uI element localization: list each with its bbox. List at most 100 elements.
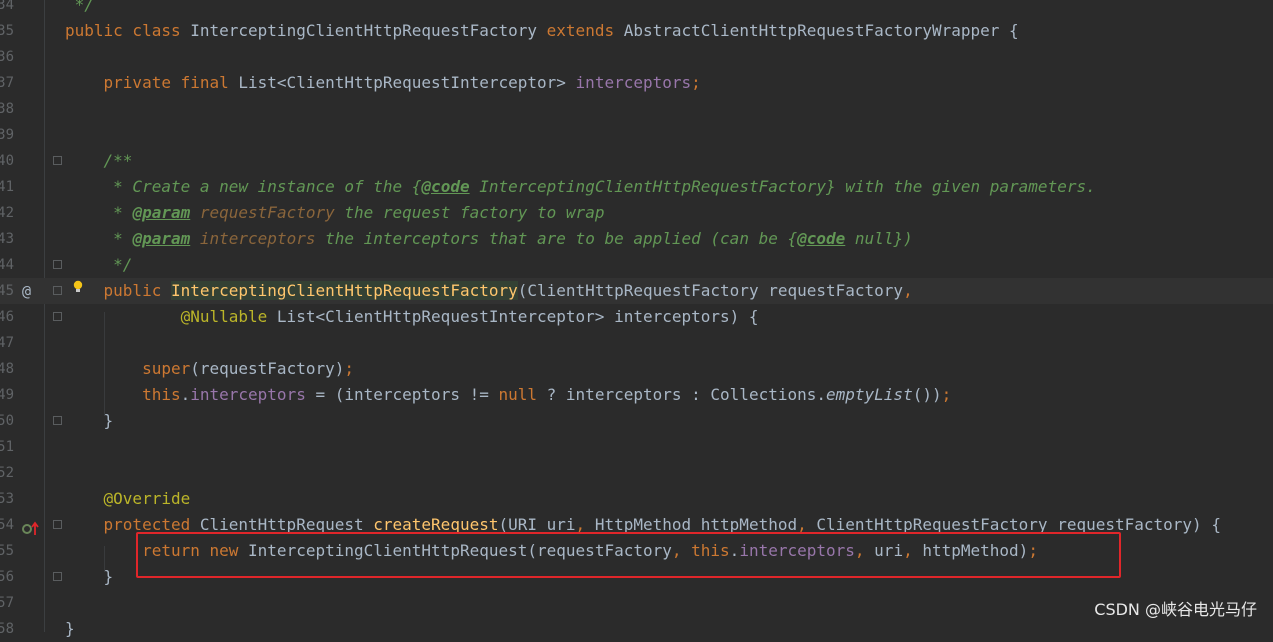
code-text[interactable]: * @param requestFactory the request fact…	[65, 200, 604, 226]
code-line[interactable]: 45 @ public InterceptingClientHttpRequest…	[0, 278, 1273, 304]
code-text[interactable]: @Nullable List<ClientHttpRequestIntercep…	[65, 304, 759, 330]
code-text[interactable]: private final List<ClientHttpRequestInte…	[65, 70, 701, 96]
line-number[interactable]: 49	[0, 382, 14, 408]
fold-toggle-icon[interactable]	[53, 260, 62, 269]
fold-toggle-icon[interactable]	[53, 286, 62, 295]
code-text[interactable]: * @param interceptors the interceptors t…	[65, 226, 913, 252]
line-number[interactable]: 47	[0, 330, 14, 356]
code-text[interactable]: */	[65, 252, 132, 278]
code-token: ;	[941, 385, 952, 404]
code-line[interactable]: 37 private final List<ClientHttpRequestI…	[0, 70, 1273, 96]
code-token: interceptors	[199, 229, 316, 248]
code-line[interactable]: 50 }	[0, 408, 1273, 434]
code-text[interactable]: }	[65, 408, 114, 434]
code-line[interactable]: 40 /**	[0, 148, 1273, 174]
code-text[interactable]: * Create a new instance of the {@code In…	[65, 174, 1096, 200]
code-text[interactable]: /**	[65, 148, 133, 174]
code-text[interactable]: public class InterceptingClientHttpReque…	[65, 18, 1019, 44]
line-number[interactable]: 46	[0, 304, 14, 330]
code-token: = (interceptors !=	[305, 385, 499, 404]
code-line[interactable]: 46 @Nullable List<ClientHttpRequestInter…	[0, 304, 1273, 330]
code-token: * Create a new instance of the {	[65, 177, 422, 196]
line-number[interactable]: 37	[0, 70, 14, 96]
code-token: null})	[845, 229, 913, 248]
line-number[interactable]: 43	[0, 226, 14, 252]
line-number[interactable]: 39	[0, 122, 14, 148]
code-token: interceptors	[575, 73, 692, 92]
fold-toggle-icon[interactable]	[53, 312, 62, 321]
line-number[interactable]: 55	[0, 538, 14, 564]
red-highlight-box	[136, 532, 1121, 578]
code-line[interactable]: 52	[0, 460, 1273, 486]
code-token: *	[65, 229, 133, 248]
code-line[interactable]: 34 */	[0, 0, 1273, 18]
fold-toggle-icon[interactable]	[53, 520, 62, 529]
line-number[interactable]: 40	[0, 148, 14, 174]
code-line[interactable]: 57	[0, 590, 1273, 616]
code-token: emptyList	[826, 385, 913, 404]
code-line[interactable]: 44 */	[0, 252, 1273, 278]
code-line[interactable]: 41 * Create a new instance of the {@code…	[0, 174, 1273, 200]
code-line[interactable]: 39	[0, 122, 1273, 148]
code-token: public	[103, 281, 171, 300]
code-text[interactable]: }	[65, 564, 114, 590]
code-token: @Nullable	[180, 307, 277, 326]
code-token: ())	[912, 385, 942, 404]
line-number[interactable]: 51	[0, 434, 14, 460]
code-token: /**	[65, 151, 133, 170]
line-number[interactable]: 44	[0, 252, 14, 278]
fold-toggle-icon[interactable]	[53, 156, 62, 165]
fold-toggle-icon[interactable]	[53, 416, 62, 425]
line-number[interactable]: 35	[0, 18, 14, 44]
line-number[interactable]: 36	[0, 44, 14, 70]
code-token: requestFactory	[199, 203, 335, 222]
line-number[interactable]: 58	[0, 616, 14, 642]
code-line[interactable]: 51	[0, 434, 1273, 460]
line-number[interactable]: 38	[0, 96, 14, 122]
override-marker-icon[interactable]: @	[22, 278, 31, 304]
line-number[interactable]: 56	[0, 564, 14, 590]
line-number[interactable]: 52	[0, 460, 14, 486]
fold-toggle-icon[interactable]	[53, 572, 62, 581]
code-token: InterceptingClientHttpRequestFactory	[170, 281, 518, 300]
code-line[interactable]: 38	[0, 96, 1273, 122]
code-token: InterceptingClientHttpRequestFactory} wi…	[469, 177, 1096, 196]
code-token: ;	[691, 73, 701, 92]
code-line[interactable]: 49 this.interceptors = (interceptors != …	[0, 382, 1273, 408]
code-line[interactable]: 36	[0, 44, 1273, 70]
line-number[interactable]: 41	[0, 174, 14, 200]
line-number[interactable]: 53	[0, 486, 14, 512]
line-number[interactable]: 42	[0, 200, 14, 226]
line-number[interactable]: 48	[0, 356, 14, 382]
code-text[interactable]: this.interceptors = (interceptors != nul…	[65, 382, 951, 408]
indent-guide	[104, 546, 105, 572]
line-number[interactable]: 50	[0, 408, 14, 434]
line-number[interactable]: 34	[0, 0, 14, 18]
code-text[interactable]: public InterceptingClientHttpRequestFact…	[65, 278, 913, 304]
watermark: CSDN @峡谷电光马仔	[1094, 600, 1257, 619]
code-text[interactable]: super(requestFactory);	[65, 356, 354, 382]
code-token: the interceptors that are to be applied …	[315, 229, 798, 248]
code-line[interactable]: 53 @Override	[0, 486, 1273, 512]
code-token: interceptors	[190, 385, 306, 404]
code-line[interactable]: 35 public class InterceptingClientHttpReq…	[0, 18, 1273, 44]
code-token: this	[142, 385, 181, 404]
code-text[interactable]: }	[65, 616, 75, 642]
code-text[interactable]: */	[65, 0, 94, 18]
code-line[interactable]: 48 super(requestFactory);	[0, 356, 1273, 382]
code-line[interactable]: 42 * @param requestFactory the request f…	[0, 200, 1273, 226]
code-line[interactable]: 58}	[0, 616, 1273, 642]
line-number[interactable]: 57	[0, 590, 14, 616]
code-text[interactable]: @Override	[65, 486, 191, 512]
code-line[interactable]: 43 * @param interceptors the interceptor…	[0, 226, 1273, 252]
line-number[interactable]: 54	[0, 512, 14, 538]
code-token: */	[65, 255, 133, 274]
code-token: @param	[132, 203, 191, 222]
line-number[interactable]: 45	[0, 278, 14, 304]
code-token: .	[180, 385, 191, 404]
code-line[interactable]: 47	[0, 330, 1273, 356]
